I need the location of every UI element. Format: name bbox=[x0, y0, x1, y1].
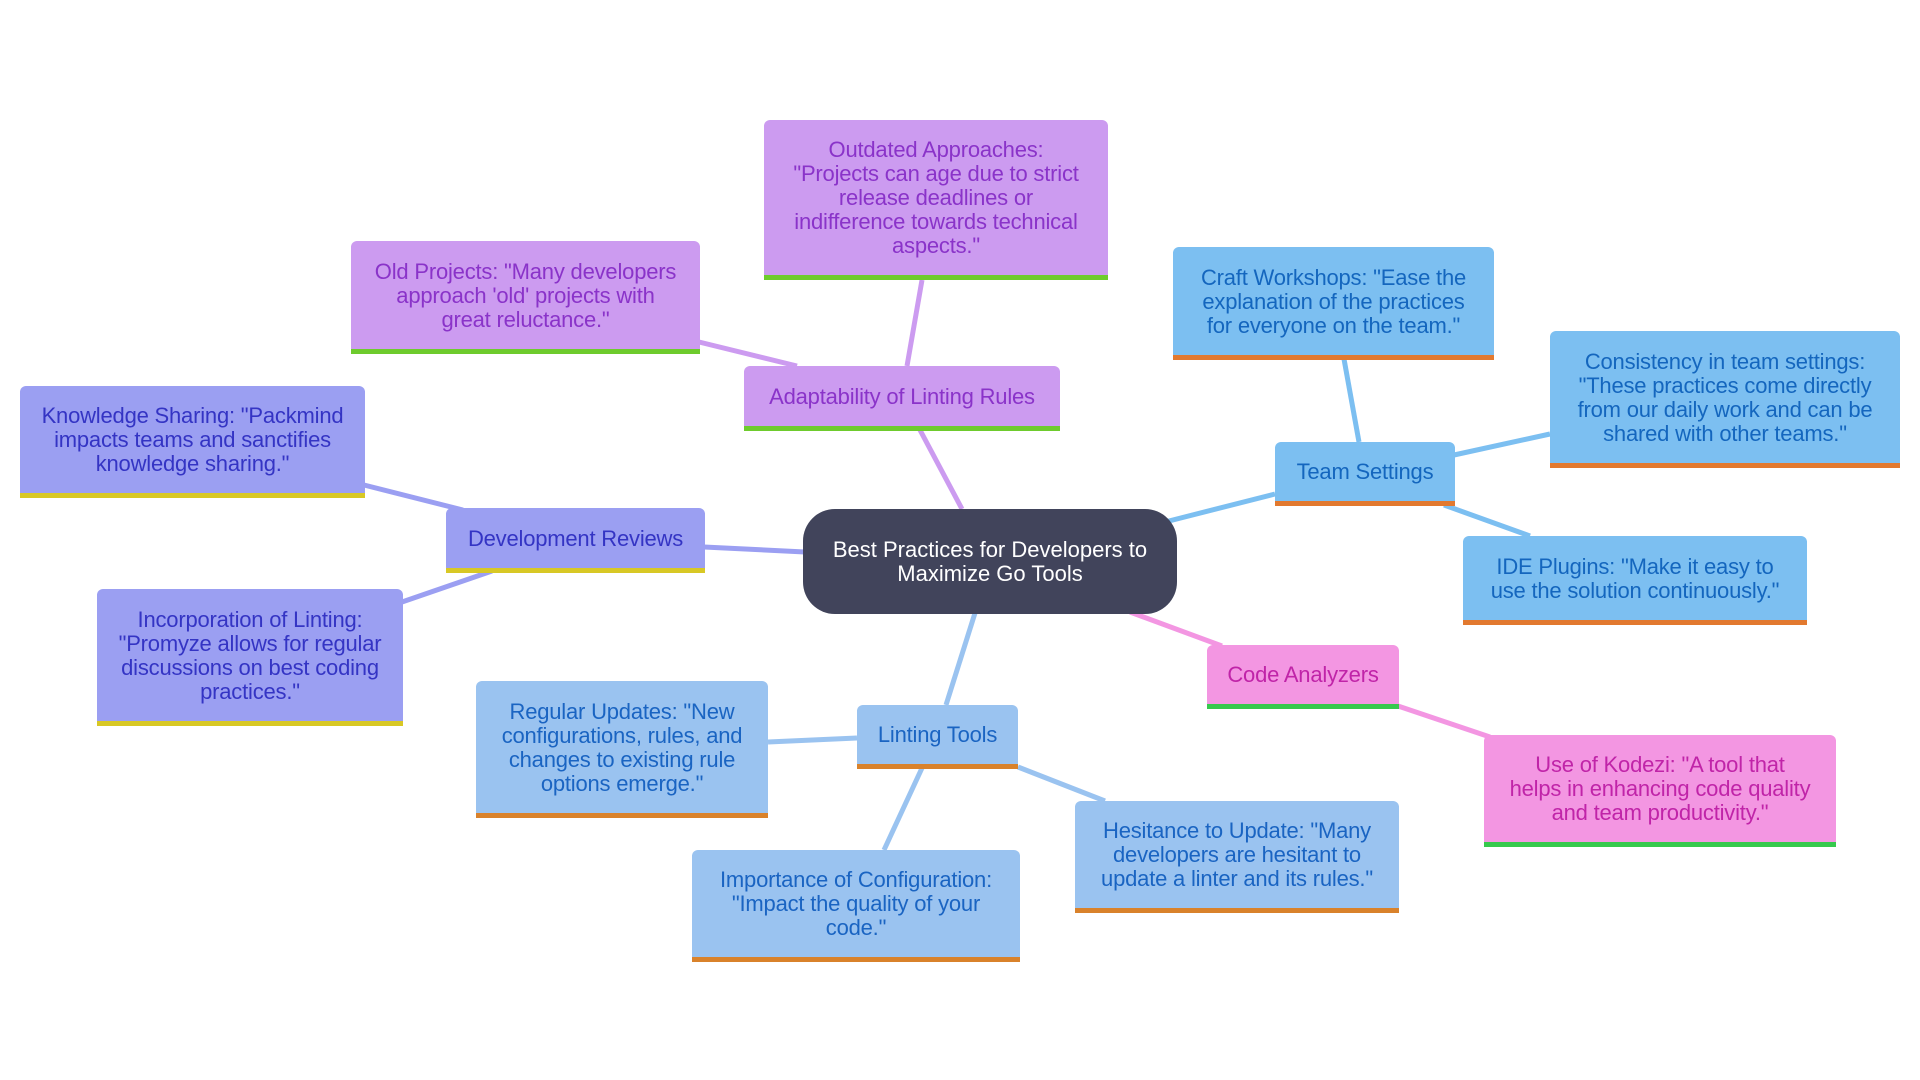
leaf-line: Importance of Configuration: bbox=[720, 867, 992, 892]
leaf-use-of-kodezi[interactable]: Use of Kodezi: "A tool that helps in enh… bbox=[1484, 735, 1836, 847]
leaf-line: Knowledge Sharing: "Packmind bbox=[41, 403, 344, 428]
leaf-line: options emerge." bbox=[540, 770, 704, 796]
leaf-line: Incorporation of Linting: bbox=[137, 606, 363, 632]
leaf-line: Regular Updates: "New bbox=[509, 698, 735, 724]
branch-label: Linting Tools bbox=[877, 722, 998, 747]
leaf-line: "These practices come directly bbox=[1578, 372, 1872, 398]
node-underline bbox=[1173, 355, 1494, 360]
leaf-line: explanation of the practices bbox=[1202, 288, 1465, 314]
leaf-line: changes to existing rule bbox=[508, 746, 736, 772]
edge-linting-importance bbox=[881, 766, 925, 852]
leaf-regular-updates[interactable]: Regular Updates: "New configurations, ru… bbox=[476, 681, 768, 818]
leaf-line: practices." bbox=[200, 678, 300, 704]
branch-label: Adaptability of Linting Rules bbox=[769, 383, 1035, 409]
leaf-line: aspects." bbox=[892, 233, 980, 258]
leaf-line: impacts teams and sanctifies bbox=[54, 427, 331, 452]
edge-reviews-knowledge bbox=[363, 482, 464, 513]
branch-label: Team Settings bbox=[1296, 459, 1434, 484]
leaf-importance-of-configuration[interactable]: Importance of Configuration: "Impact the… bbox=[692, 850, 1020, 962]
root-label-line-1: Best Practices for Developers bbox=[832, 536, 1123, 562]
leaf-line: shared with other teams." bbox=[1603, 420, 1847, 446]
leaf-hesitance-to-update[interactable]: Hesitance to Update: "Many developers ar… bbox=[1075, 801, 1399, 913]
leaf-line: approach 'old' projects with bbox=[396, 282, 655, 308]
leaf-line: release deadlines or bbox=[838, 185, 1034, 210]
edge-root-team-settings bbox=[1164, 491, 1276, 525]
leaf-line: developers are hesitant to bbox=[1113, 842, 1361, 867]
node-underline bbox=[97, 721, 403, 726]
node-underline bbox=[446, 568, 705, 573]
leaf-line: Consistency in team settings: bbox=[1584, 348, 1866, 374]
leaf-line: for everyone on the team." bbox=[1206, 312, 1461, 338]
edge-reviews-incorporation bbox=[401, 568, 493, 605]
leaf-line: use the solution continuously." bbox=[1490, 577, 1780, 603]
leaf-line: "Projects can age due to strict bbox=[793, 161, 1079, 186]
leaf-consistency-in-team-settings[interactable]: Consistency in team settings: "These pra… bbox=[1550, 331, 1900, 468]
leaf-incorporation-of-linting[interactable]: Incorporation of Linting: "Promyze allow… bbox=[97, 589, 403, 726]
leaf-knowledge-sharing[interactable]: Knowledge Sharing: "Packmind impacts tea… bbox=[20, 386, 365, 498]
root-node[interactable]: Best Practices for Developers to Maximiz… bbox=[803, 509, 1177, 614]
leaf-line: update a linter and its rules." bbox=[1101, 866, 1373, 891]
leaf-line: Craft Workshops: "Ease the bbox=[1200, 264, 1467, 290]
leaf-craft-workshops[interactable]: Craft Workshops: "Ease the explanation o… bbox=[1173, 247, 1494, 360]
node-underline bbox=[1484, 842, 1836, 847]
edge-team-craft bbox=[1341, 358, 1362, 443]
branch-development-reviews[interactable]: Development Reviews bbox=[446, 508, 705, 573]
leaf-line: Old Projects: "Many developers bbox=[374, 258, 677, 284]
node-underline bbox=[1463, 620, 1807, 625]
leaf-line: code." bbox=[825, 915, 887, 940]
branch-label: Development Reviews bbox=[467, 525, 684, 551]
edge-linting-hesitance bbox=[1017, 764, 1106, 804]
leaf-line: configurations, rules, and bbox=[501, 722, 743, 748]
node-underline bbox=[692, 957, 1020, 962]
leaf-line: "Impact the quality of your bbox=[731, 891, 981, 916]
node-underline bbox=[857, 764, 1018, 769]
edge-adaptability-old-projects bbox=[698, 339, 798, 369]
leaf-line: Hesitance to Update: "Many bbox=[1103, 818, 1371, 843]
leaf-line: indifference towards technical bbox=[794, 209, 1078, 234]
leaf-old-projects[interactable]: Old Projects: "Many developers approach … bbox=[351, 241, 700, 354]
edge-analyzers-kodezi bbox=[1397, 703, 1491, 740]
node-underline bbox=[1550, 463, 1900, 468]
node-underline bbox=[764, 275, 1108, 280]
edge-root-linting-tools bbox=[943, 612, 978, 706]
leaf-line: "Promyze allows for regular bbox=[118, 630, 382, 656]
node-underline bbox=[351, 349, 700, 354]
edge-adaptability-outdated bbox=[904, 279, 925, 367]
node-underline bbox=[1275, 501, 1455, 506]
leaf-line: great reluctance." bbox=[441, 306, 610, 332]
branch-adaptability-of-linting-rules[interactable]: Adaptability of Linting Rules bbox=[744, 366, 1060, 431]
node-underline bbox=[20, 493, 365, 498]
leaf-line: discussions on best coding bbox=[121, 654, 379, 680]
edge-root-development-reviews bbox=[703, 544, 806, 555]
node-underline bbox=[1075, 908, 1399, 913]
node-underline bbox=[476, 813, 768, 818]
branch-label: Code Analyzers bbox=[1227, 662, 1379, 687]
leaf-outdated-approaches[interactable]: Outdated Approaches: "Projects can age d… bbox=[764, 120, 1108, 280]
leaf-line: from our daily work and can be bbox=[1577, 396, 1873, 422]
leaf-line: Outdated Approaches: bbox=[828, 137, 1044, 162]
edge-team-consistency bbox=[1453, 431, 1551, 458]
edge-root-adaptability bbox=[917, 428, 965, 511]
edge-root-code-analyzers bbox=[1129, 609, 1223, 649]
node-underline bbox=[744, 426, 1060, 431]
edge-linting-regular-updates bbox=[767, 735, 858, 745]
leaf-line: helps in enhancing code quality bbox=[1509, 776, 1811, 801]
branch-team-settings[interactable]: Team Settings bbox=[1275, 442, 1455, 506]
leaf-ide-plugins[interactable]: IDE Plugins: "Make it easy to use the so… bbox=[1463, 536, 1807, 625]
branch-linting-tools[interactable]: Linting Tools bbox=[857, 705, 1018, 769]
branch-code-analyzers[interactable]: Code Analyzers bbox=[1207, 645, 1399, 709]
leaf-line: Use of Kodezi: "A tool that bbox=[1535, 752, 1785, 777]
node-underline bbox=[1207, 704, 1399, 709]
leaf-line: knowledge sharing." bbox=[95, 451, 290, 476]
leaf-line: IDE Plugins: "Make it easy to bbox=[1496, 553, 1774, 579]
leaf-line: and team productivity." bbox=[1551, 800, 1769, 825]
edge-team-ide bbox=[1443, 502, 1531, 539]
